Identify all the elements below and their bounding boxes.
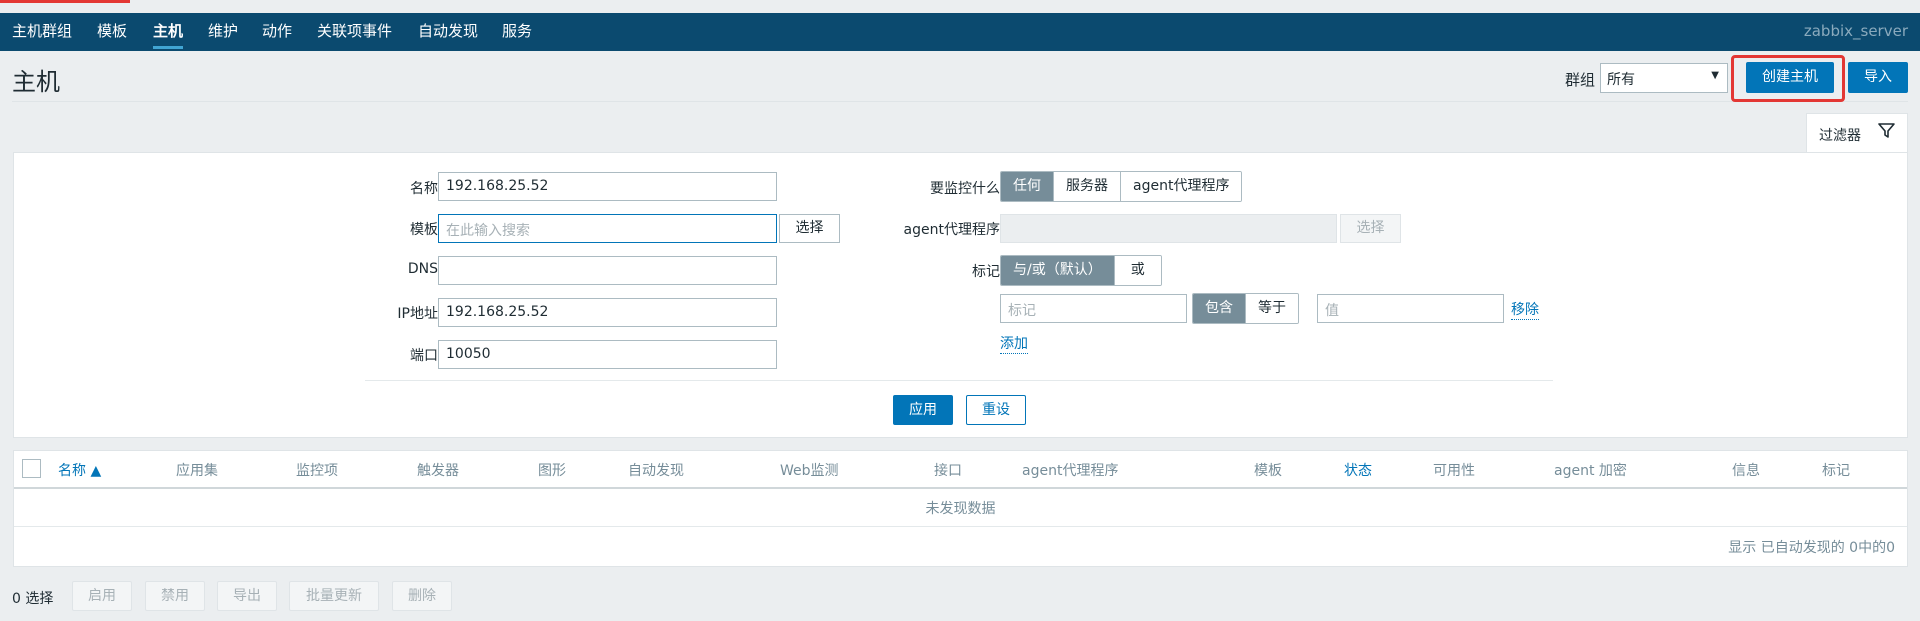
title-divider <box>12 101 1908 102</box>
nav-item-discovery[interactable]: 自动发现 <box>418 13 478 51</box>
export-button: 导出 <box>217 581 277 611</box>
group-select[interactable]: 所有 ▼ <box>1600 63 1728 93</box>
col-availability: 可用性 <box>1433 463 1475 479</box>
col-status[interactable]: 状态 <box>1344 460 1372 480</box>
nav-item-hosts[interactable]: 主机 <box>153 13 184 51</box>
monitor-option-server[interactable]: 服务器 <box>1053 172 1120 201</box>
funnel-icon <box>1878 122 1895 143</box>
group-select-value: 所有 <box>1607 72 1635 88</box>
nav-item-templates[interactable]: 模板 <box>97 13 127 51</box>
proxy-label: agent代理程序 <box>903 222 1000 238</box>
nav-item-services[interactable]: 服务 <box>502 13 532 51</box>
no-data-message: 未发现数据 <box>925 501 996 517</box>
mass-update-button: 批量更新 <box>289 581 379 611</box>
disable-button: 禁用 <box>145 581 205 611</box>
table-summary: 显示 已自动发现的 0中的0 <box>1728 540 1895 556</box>
col-items: 监控项 <box>296 463 338 479</box>
tags-mode-segment: 与/或（默认） 或 <box>1000 255 1162 286</box>
template-select-button[interactable]: 选择 <box>779 214 840 243</box>
top-red-accent <box>0 0 130 3</box>
ip-label: IP地址 <box>397 306 438 322</box>
enable-button: 启用 <box>72 581 132 611</box>
tag-operator-segment: 包含 等于 <box>1192 293 1299 324</box>
selected-count: 0 选择 <box>12 591 54 607</box>
nav-item-maintenance[interactable]: 维护 <box>208 13 238 51</box>
col-name[interactable]: 名称 ▲ <box>58 460 101 480</box>
port-label: 端口 <box>410 348 438 364</box>
tags-label: 标记 <box>972 264 1000 280</box>
tags-mode-or[interactable]: 或 <box>1113 256 1161 285</box>
main-nav: 主机群组 模板 主机 维护 动作 关联项事件 自动发现 服务 zabbix_se… <box>0 13 1920 51</box>
tag-name-input[interactable]: 标记 <box>1000 294 1187 323</box>
col-applications: 应用集 <box>176 463 218 479</box>
dns-input[interactable] <box>438 256 777 285</box>
top-strip <box>0 0 1920 13</box>
add-tag-link[interactable]: 添加 <box>1000 333 1028 354</box>
table-header-divider <box>14 487 1907 489</box>
template-search-input[interactable]: 在此输入搜索 <box>438 214 777 243</box>
filter-tab-label: 过滤器 <box>1819 128 1861 144</box>
tags-mode-and-or[interactable]: 与/或（默认） <box>1001 256 1114 285</box>
remove-tag-link[interactable]: 移除 <box>1511 299 1539 320</box>
ip-input[interactable]: 192.168.25.52 <box>438 298 777 327</box>
col-discovery: 自动发现 <box>628 463 684 479</box>
monitor-option-proxy[interactable]: agent代理程序 <box>1120 172 1242 201</box>
monitor-label: 要监控什么 <box>930 181 1000 197</box>
create-host-button[interactable]: 创建主机 <box>1746 62 1834 93</box>
monitor-segment: 任何 服务器 agent代理程序 <box>1000 171 1243 202</box>
nav-item-host-groups[interactable]: 主机群组 <box>12 13 72 51</box>
template-label: 模板 <box>410 222 438 238</box>
col-graphs: 图形 <box>538 463 566 479</box>
monitor-option-any[interactable]: 任何 <box>1001 172 1053 201</box>
col-encryption: agent 加密 <box>1554 463 1627 479</box>
select-all-checkbox[interactable] <box>22 459 41 478</box>
filter-tab[interactable]: 过滤器 <box>1806 113 1908 153</box>
delete-button: 删除 <box>392 581 452 611</box>
filter-divider <box>365 380 1553 381</box>
server-name: zabbix_server <box>1803 22 1908 40</box>
table-row-divider <box>14 526 1907 527</box>
tag-operator-contains[interactable]: 包含 <box>1193 294 1245 323</box>
reset-button[interactable]: 重设 <box>966 395 1026 425</box>
port-input[interactable]: 10050 <box>438 340 777 369</box>
col-info: 信息 <box>1732 463 1760 479</box>
hosts-table: 名称 ▲ 应用集 监控项 触发器 图形 自动发现 Web监测 接口 agent代… <box>13 450 1908 567</box>
name-label: 名称 <box>410 181 438 197</box>
dns-label: DNS <box>407 261 438 277</box>
import-button[interactable]: 导入 <box>1848 62 1908 93</box>
dropdown-arrow-icon: ▼ <box>1711 70 1719 81</box>
proxy-input <box>1000 214 1337 243</box>
col-triggers: 触发器 <box>417 463 459 479</box>
col-proxy: agent代理程序 <box>1022 463 1119 479</box>
name-input[interactable]: 192.168.25.52 <box>438 172 777 201</box>
col-web: Web监测 <box>780 463 839 479</box>
col-interface: 接口 <box>934 463 962 479</box>
nav-item-actions[interactable]: 动作 <box>262 13 292 51</box>
apply-button[interactable]: 应用 <box>893 395 953 425</box>
col-tags: 标记 <box>1822 463 1850 479</box>
nav-item-event-correlation[interactable]: 关联项事件 <box>317 13 392 51</box>
group-label: 群组 <box>1565 71 1596 89</box>
col-templates: 模板 <box>1254 463 1282 479</box>
tag-value-input[interactable]: 值 <box>1317 294 1504 323</box>
filter-panel: 名称 192.168.25.52 模板 在此输入搜索 选择 DNS IP地址 1… <box>13 152 1908 438</box>
page-title: 主机 <box>12 68 60 96</box>
proxy-select-button: 选择 <box>1340 214 1401 243</box>
tag-operator-equals[interactable]: 等于 <box>1245 294 1298 323</box>
